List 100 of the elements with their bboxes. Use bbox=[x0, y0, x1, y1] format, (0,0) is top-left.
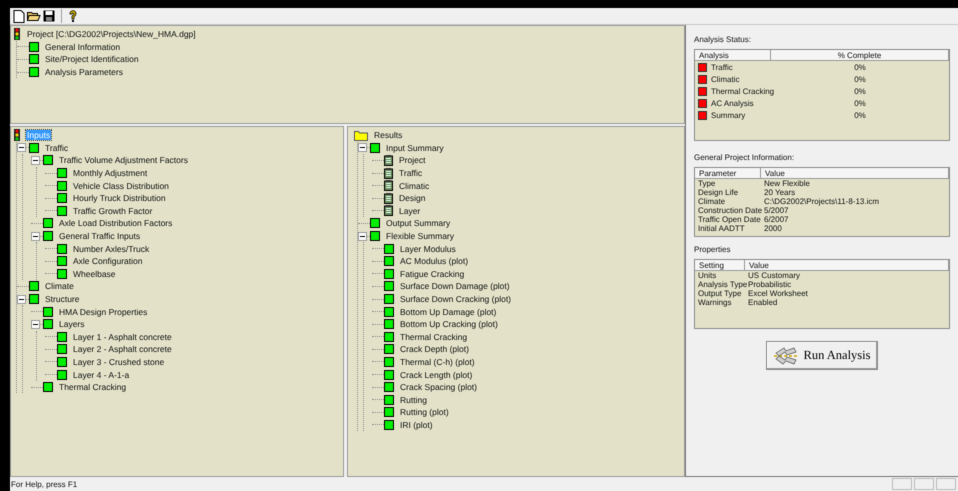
status-square-icon bbox=[57, 268, 67, 279]
collapse-icon[interactable] bbox=[31, 232, 40, 241]
collapse-icon[interactable] bbox=[358, 232, 367, 241]
traffic-light-icon bbox=[13, 28, 21, 40]
tree-item[interactable]: Monthly Adjustment bbox=[72, 168, 148, 178]
table-cell-text: 2000 bbox=[763, 224, 783, 233]
collapse-icon[interactable] bbox=[31, 156, 40, 165]
table-cell-text: Units bbox=[697, 271, 718, 280]
collapse-icon[interactable] bbox=[358, 143, 367, 152]
analysis-name: AC Analysis bbox=[711, 98, 754, 108]
tree-item[interactable]: Bottom Up Damage (plot) bbox=[399, 306, 498, 317]
status-square-icon bbox=[384, 382, 394, 392]
tree-item[interactable]: Input Summary bbox=[385, 142, 445, 153]
tree-item[interactable]: Axle Configuration bbox=[72, 256, 144, 266]
tree-item[interactable]: Structure bbox=[44, 294, 80, 304]
tree-item[interactable]: Crack Depth (plot) bbox=[399, 344, 470, 354]
tree-item[interactable]: Project [C:\DG2002\Projects\New_HMA.dgp] bbox=[26, 29, 197, 40]
status-square-icon bbox=[384, 281, 394, 292]
table-cell-text: Construction Date bbox=[697, 206, 761, 215]
tree-item[interactable]: Vehicle Class Distribution bbox=[72, 180, 170, 191]
tree-item[interactable]: Rutting bbox=[399, 394, 428, 405]
tree-item[interactable]: Thermal Cracking bbox=[58, 382, 128, 392]
tree-item[interactable]: Layer 4 - A-1-a bbox=[72, 370, 130, 380]
column-header[interactable]: Value bbox=[745, 260, 949, 271]
tree-item[interactable]: Hourly Truck Distribution bbox=[72, 193, 167, 204]
tree-item[interactable]: HMA Design Properties bbox=[58, 306, 148, 317]
table-cell-text: New Flexible bbox=[763, 179, 811, 188]
tree-item[interactable]: Thermal (C-h) (plot) bbox=[399, 356, 476, 367]
open-folder-icon[interactable] bbox=[27, 10, 41, 22]
status-square-icon bbox=[370, 218, 380, 228]
status-square-icon bbox=[43, 306, 53, 317]
tree-item[interactable]: Traffic Growth Factor bbox=[72, 206, 154, 216]
status-square-icon bbox=[57, 206, 67, 216]
tree-item[interactable]: Crack Length (plot) bbox=[399, 370, 474, 380]
tree-item[interactable]: Design bbox=[398, 193, 426, 204]
tree-item[interactable]: AC Modulus (plot) bbox=[399, 256, 470, 266]
tree-item[interactable]: IRI (plot) bbox=[399, 420, 434, 430]
column-header[interactable]: Parameter bbox=[695, 168, 761, 179]
arrows-icon bbox=[773, 344, 800, 366]
table-cell-text: Output Type bbox=[697, 289, 742, 298]
tree-item[interactable]: Climatic bbox=[398, 180, 430, 191]
help-icon[interactable] bbox=[68, 10, 78, 22]
column-header[interactable]: Setting bbox=[695, 260, 745, 271]
status-square-icon bbox=[29, 54, 39, 64]
tree-item[interactable]: Results bbox=[373, 130, 404, 140]
tree-item[interactable]: Wheelbase bbox=[72, 268, 117, 279]
tree-item[interactable]: Fatigue Cracking bbox=[399, 268, 466, 279]
status-pane bbox=[936, 478, 956, 490]
table-cell-text: Probabilistic bbox=[747, 280, 792, 289]
tree-item[interactable]: Traffic bbox=[44, 142, 70, 153]
tree-item[interactable]: Analysis Parameters bbox=[44, 67, 124, 78]
new-file-icon[interactable] bbox=[13, 10, 25, 22]
collapse-icon[interactable] bbox=[17, 143, 26, 152]
status-square-icon bbox=[57, 168, 67, 178]
table-cell-text: C:\DG2002\Projects\11-8-13.icm bbox=[763, 197, 880, 206]
tree-item[interactable]: Layer 2 - Asphalt concrete bbox=[72, 344, 173, 354]
collapse-icon[interactable] bbox=[31, 320, 40, 329]
status-square-icon bbox=[43, 155, 53, 166]
tree-item[interactable]: Climate bbox=[44, 281, 75, 292]
status-square-icon bbox=[43, 231, 53, 242]
run-analysis-button[interactable]: Run Analysis bbox=[766, 341, 878, 370]
tree-item[interactable]: Traffic Volume Adjustment Factors bbox=[58, 155, 189, 166]
tree-item[interactable]: Layer 3 - Crushed stone bbox=[72, 356, 166, 367]
tree-item[interactable]: Layer bbox=[398, 206, 422, 216]
status-pane bbox=[892, 478, 912, 490]
tree-item[interactable]: Surface Down Damage (plot) bbox=[399, 281, 511, 292]
tree-item[interactable]: Layer Modulus bbox=[399, 244, 457, 254]
table-cell-text: US Customary bbox=[747, 271, 802, 280]
tree-item[interactable]: Site/Project Identification bbox=[44, 54, 140, 64]
notepad-icon bbox=[384, 168, 393, 179]
save-icon[interactable] bbox=[43, 10, 55, 22]
tree-item[interactable]: Rutting (plot) bbox=[399, 407, 450, 418]
status-square-icon bbox=[384, 407, 394, 418]
column-header[interactable]: % Complete bbox=[771, 50, 949, 61]
tree-item[interactable]: Axle Load Distribution Factors bbox=[58, 218, 174, 228]
tree-item[interactable]: Bottom Up Cracking (plot) bbox=[399, 319, 499, 330]
status-square-icon bbox=[384, 294, 394, 304]
tree-item[interactable]: Thermal Cracking bbox=[399, 332, 468, 342]
tree-item[interactable]: General Information bbox=[44, 42, 122, 52]
tree-item[interactable]: Layers bbox=[58, 319, 86, 330]
table-cell-text: Design Life bbox=[697, 188, 740, 197]
tree-item[interactable]: Flexible Summary bbox=[385, 231, 456, 242]
tree-item[interactable]: Number Axles/Truck bbox=[72, 244, 150, 254]
table-cell-text: 6/2007 bbox=[763, 215, 790, 224]
status-square-icon bbox=[29, 281, 39, 292]
collapse-icon[interactable] bbox=[17, 294, 26, 304]
tree-item[interactable]: Surface Down Cracking (plot) bbox=[399, 294, 512, 304]
table-cell-text: Enabled bbox=[747, 298, 778, 307]
status-square-icon bbox=[384, 319, 394, 330]
table-cell-text: Analysis Type bbox=[697, 280, 745, 289]
tree-item[interactable]: Output Summary bbox=[385, 218, 452, 228]
status-square-icon bbox=[43, 218, 53, 228]
tree-item[interactable]: Layer 1 - Asphalt concrete bbox=[72, 332, 173, 342]
tree-item[interactable]: General Traffic Inputs bbox=[58, 231, 142, 242]
column-header[interactable]: Analysis bbox=[695, 50, 771, 61]
column-header[interactable]: Value bbox=[761, 168, 949, 179]
tree-item[interactable]: Project bbox=[398, 155, 426, 166]
tree-item[interactable]: Traffic bbox=[398, 168, 424, 178]
status-square-icon bbox=[29, 42, 39, 52]
tree-item[interactable]: Crack Spacing (plot) bbox=[399, 382, 478, 392]
